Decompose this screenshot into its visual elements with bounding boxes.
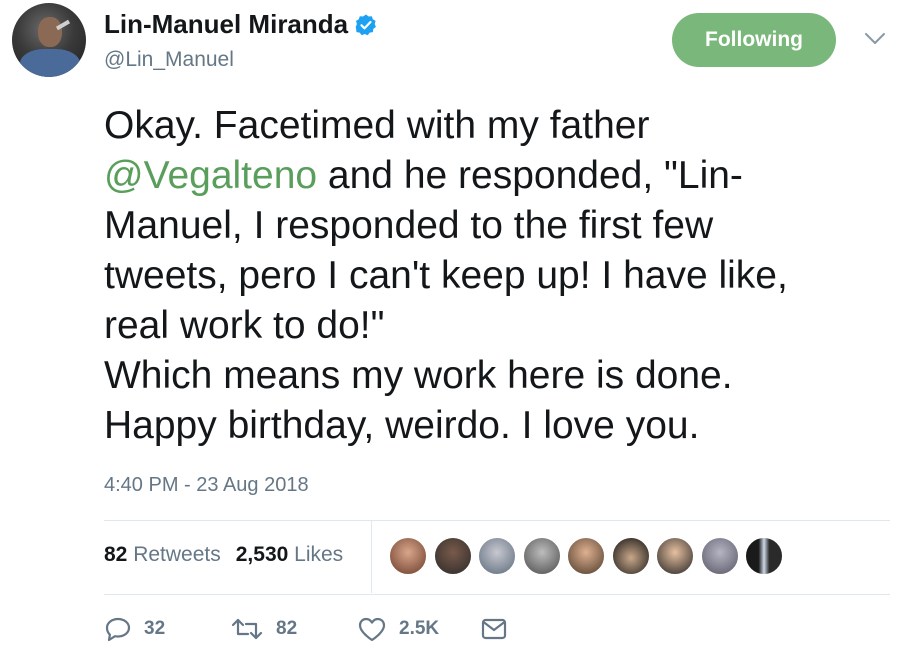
tweet-line: Okay. Facetimed with my father xyxy=(104,104,650,147)
tweet-line: Which means my work here is done. xyxy=(104,354,733,397)
liker-avatar[interactable] xyxy=(478,537,516,575)
like-icon xyxy=(358,617,386,642)
retweets-stat[interactable]: 82 Retweets xyxy=(104,543,221,567)
tweet-line-text: and he responded, "Lin- xyxy=(317,154,743,197)
liker-avatar[interactable] xyxy=(700,537,739,575)
like-count: 2.5K xyxy=(399,618,440,639)
liker-avatar[interactable] xyxy=(389,537,427,575)
reply-count: 32 xyxy=(144,618,166,639)
likes-label: Likes xyxy=(294,543,344,566)
retweet-icon xyxy=(231,618,263,640)
divider xyxy=(104,520,890,521)
tweet-line: real work to do!" xyxy=(104,304,385,347)
like-action[interactable]: 2.5K xyxy=(357,616,480,642)
tweet-line: tweets, pero I can't keep up! I have lik… xyxy=(104,254,788,297)
liker-avatar[interactable] xyxy=(433,537,472,575)
stats-separator xyxy=(371,521,372,593)
tweet-stats: 82 Retweets 2,530 Likes xyxy=(104,543,358,567)
retweet-action[interactable]: 82 xyxy=(230,616,357,642)
liker-avatar[interactable] xyxy=(522,537,561,575)
author-name-row: Lin-Manuel Miranda xyxy=(104,9,378,40)
likes-count: 2,530 xyxy=(235,543,289,566)
likes-stat[interactable]: 2,530 Likes xyxy=(236,543,343,567)
verified-badge-icon xyxy=(355,14,377,35)
tweet-line: Manuel, I responded to the first few xyxy=(104,204,714,247)
retweets-label: Retweets xyxy=(133,543,221,566)
retweets-count: 82 xyxy=(104,543,128,566)
liker-avatar[interactable] xyxy=(656,537,694,575)
avatar-shirt xyxy=(20,49,80,77)
chevron-down-icon[interactable] xyxy=(864,32,886,46)
tweet-timestamp[interactable]: 4:40 PM - 23 Aug 2018 xyxy=(104,474,309,497)
author-handle[interactable]: @Lin_Manuel xyxy=(104,48,234,72)
tweet-line: Happy birthday, weirdo. I love you. xyxy=(104,404,700,447)
reply-action[interactable]: 32 xyxy=(104,616,230,642)
avatar-head xyxy=(38,17,62,47)
divider xyxy=(104,594,890,595)
direct-message-action[interactable] xyxy=(480,617,508,641)
liker-avatar[interactable] xyxy=(745,537,783,575)
message-icon xyxy=(481,618,507,640)
reply-icon xyxy=(105,617,131,642)
liker-avatar[interactable] xyxy=(611,537,650,575)
liker-avatar[interactable] xyxy=(567,537,605,575)
author-name[interactable]: Lin-Manuel Miranda xyxy=(104,9,348,40)
retweet-count: 82 xyxy=(276,618,298,639)
tweet-text: Okay. Facetimed with my father @Vegalten… xyxy=(104,101,884,451)
author-avatar[interactable] xyxy=(12,3,86,77)
mention-link[interactable]: @Vegalteno xyxy=(104,154,317,197)
likers-avatars xyxy=(389,537,790,575)
tweet-actions: 32 82 2.5K xyxy=(104,614,508,644)
tweet-line: @Vegalteno and he responded, "Lin- xyxy=(104,151,884,201)
following-button[interactable]: Following xyxy=(672,13,836,67)
